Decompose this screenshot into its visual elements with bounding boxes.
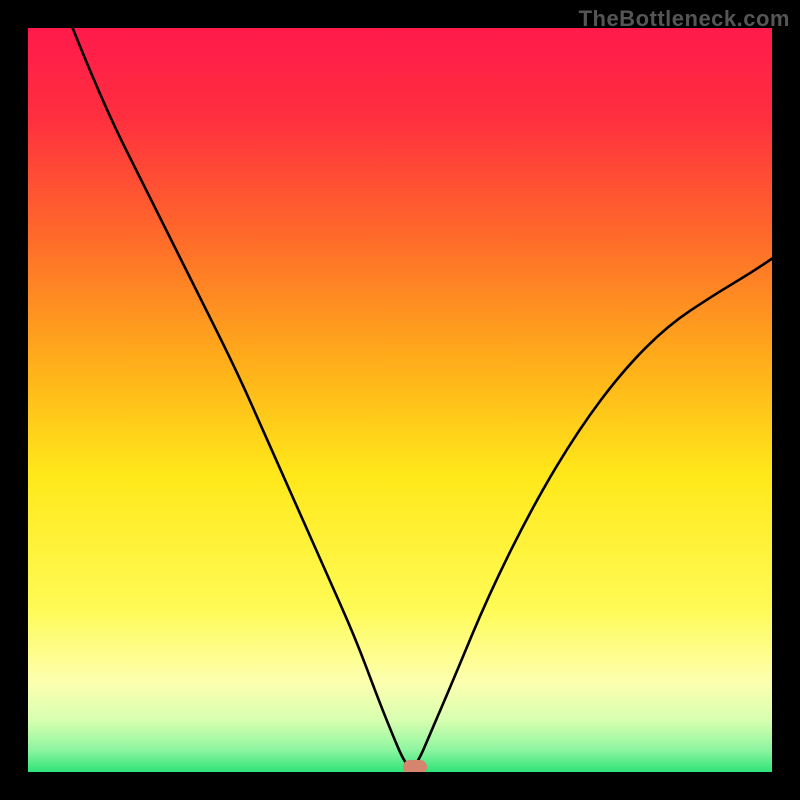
plot-area	[28, 28, 772, 772]
bottleneck-marker	[403, 760, 427, 772]
curve-line	[28, 28, 772, 772]
chart-frame: TheBottleneck.com	[0, 0, 800, 800]
watermark-text: TheBottleneck.com	[579, 6, 790, 32]
